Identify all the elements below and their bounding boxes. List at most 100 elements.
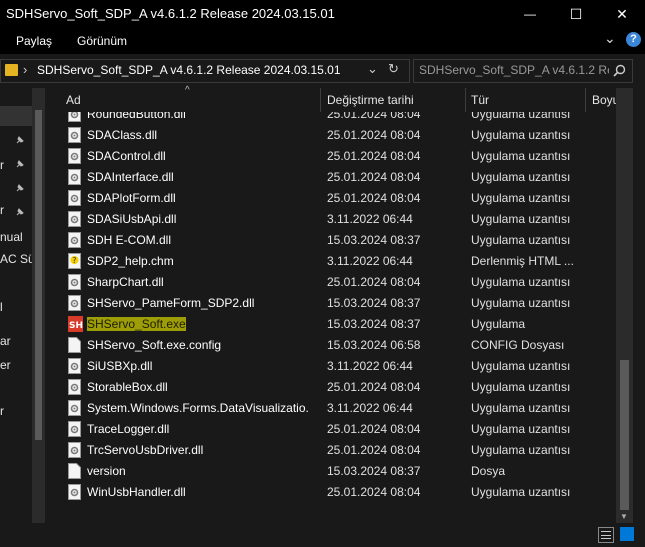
file-name: SharpChart.dll: [87, 275, 164, 289]
file-name: version: [87, 464, 126, 478]
file-date: 15.03.2024 08:37: [327, 464, 421, 478]
tab-share[interactable]: Paylaş: [16, 34, 52, 48]
scroll-down-arrow[interactable]: ▼: [620, 512, 628, 521]
file-name: SDH E-COM.dll: [87, 233, 172, 247]
search-icon[interactable]: [613, 64, 626, 77]
file-type: Uygulama uzantısı: [471, 401, 571, 415]
breadcrumb[interactable]: SDHServo_Soft_SDP_A v4.6.1.2 Release 202…: [37, 63, 341, 77]
file-row[interactable]: SiUSBXp.dll 3.11.2022 06:44 Uygulama uzant…: [46, 356, 616, 377]
file-date: 3.11.2022 06:44: [327, 212, 413, 226]
file-name: SDAClass.dll: [87, 128, 158, 142]
nav-item[interactable]: r: [0, 404, 4, 418]
file-date: 25.01.2024 08:04: [327, 422, 421, 436]
svg-text:SH: SH: [69, 321, 83, 331]
dll-icon: [68, 232, 81, 248]
pin-icon: [16, 160, 24, 168]
minimize-button[interactable]: —: [507, 0, 553, 28]
nav-item[interactable]: l: [0, 300, 3, 314]
help-icon[interactable]: ?: [626, 32, 641, 47]
file-date: 25.01.2024 08:04: [327, 149, 421, 163]
close-button[interactable]: ✕: [599, 0, 645, 28]
file-type: Dosya: [471, 464, 506, 478]
file-row[interactable]: SHServo_Soft.exe.config 15.03.2024 06:58 C…: [46, 335, 616, 356]
column-header-name[interactable]: Ad: [66, 93, 81, 107]
status-bar: [0, 523, 645, 547]
ribbon-expand-icon[interactable]: ⌄: [604, 30, 616, 47]
file-name: TrcServoUsbDriver.dll: [87, 443, 204, 457]
file-date: 25.01.2024 08:04: [327, 112, 421, 121]
dll-icon: [68, 295, 81, 311]
nav-scrollbar-thumb[interactable]: [35, 110, 42, 440]
column-divider[interactable]: [320, 88, 321, 112]
dll-icon: [68, 421, 81, 437]
exe-icon: SH: [68, 316, 83, 332]
nav-selected-item[interactable]: [0, 106, 32, 126]
dll-icon: [68, 127, 81, 143]
file-name: RoundedButton.dll: [87, 112, 186, 121]
file-row[interactable]: StorableBox.dll 25.01.2024 08:04 Uygulama …: [46, 377, 616, 398]
file-row[interactable]: version 15.03.2024 08:37 Dosya: [46, 461, 616, 482]
file-date: 25.01.2024 08:04: [327, 128, 421, 142]
file-type: Uygulama uzantısı: [471, 485, 571, 499]
dll-icon: [68, 112, 81, 122]
file-row[interactable]: TraceLogger.dll 25.01.2024 08:04 Uygulama …: [46, 419, 616, 440]
file-row[interactable]: SHServo_PameForm_SDP2.dll 15.03.2024 08:3…: [46, 293, 616, 314]
nav-item[interactable]: r: [0, 203, 4, 217]
window-title: SDHServo_Soft_SDP_A v4.6.1.2 Release 202…: [6, 6, 335, 21]
file-name: SDAInterface.dll: [87, 170, 174, 184]
file-row[interactable]: SDAClass.dll 25.01.2024 08:04 Uygulama uza…: [46, 125, 616, 146]
file-row[interactable]: SDH E-COM.dll 15.03.2024 08:37 Uygulama uz…: [46, 230, 616, 251]
file-row[interactable]: RoundedButton.dll 25.01.2024 08:04 Uygulam…: [46, 112, 616, 125]
dll-icon: [68, 190, 81, 206]
search-box[interactable]: SDHServo_Soft_SDP_A v4.6.1.2 Rel...: [413, 59, 633, 83]
file-type: Uygulama uzantısı: [471, 380, 571, 394]
nav-item[interactable]: AC Sü: [0, 252, 35, 266]
file-row[interactable]: TrcServoUsbDriver.dll 25.01.2024 08:04 Uyg…: [46, 440, 616, 461]
dll-icon: [68, 274, 81, 290]
column-divider[interactable]: [585, 88, 586, 112]
search-input[interactable]: SDHServo_Soft_SDP_A v4.6.1.2 Rel...: [419, 63, 609, 77]
nav-item[interactable]: ar: [0, 334, 11, 348]
file-row[interactable]: SDAControl.dll 25.01.2024 08:04 Uygulama u…: [46, 146, 616, 167]
vertical-scrollbar-thumb[interactable]: [620, 360, 629, 510]
column-header-type[interactable]: Tür: [471, 93, 489, 107]
file-type: Uygulama uzantısı: [471, 170, 571, 184]
nav-item[interactable]: nual: [0, 230, 23, 244]
file-row[interactable]: SDASiUsbApi.dll 3.11.2022 06:44 Uygulama u…: [46, 209, 616, 230]
dll-icon: [68, 379, 81, 395]
dll-icon: [68, 442, 81, 458]
file-name: SHServo_PameForm_SDP2.dll: [87, 296, 255, 310]
file-date: 15.03.2024 08:37: [327, 317, 421, 331]
maximize-button[interactable]: ☐: [553, 0, 599, 28]
file-row[interactable]: SDAPlotForm.dll 25.01.2024 08:04 Uygulama …: [46, 188, 616, 209]
file-type: CONFIG Dosyası: [471, 338, 565, 352]
file-list: RoundedButton.dll 25.01.2024 08:04 Uygulam…: [46, 112, 616, 522]
tab-view[interactable]: Görünüm: [77, 34, 127, 48]
file-name: SDAControl.dll: [87, 149, 166, 163]
file-row[interactable]: SDAInterface.dll 25.01.2024 08:04 Uygulama…: [46, 167, 616, 188]
file-row[interactable]: ? SDP2_help.chm 3.11.2022 06:44 Derlenmiş H…: [46, 251, 616, 272]
file-row[interactable]: SH SHServo_Soft.exe 15.03.2024 08:37 Uygula…: [46, 314, 616, 335]
file-row[interactable]: WinUsbHandler.dll 25.01.2024 08:04 Uygulam…: [46, 482, 616, 503]
file-row[interactable]: System.Windows.Forms.DataVisualizatio...…: [46, 398, 616, 419]
column-header-date[interactable]: Değiştirme tarihi: [327, 93, 414, 107]
pin-icon: [16, 208, 24, 216]
details-view-icon[interactable]: [598, 527, 614, 543]
large-icons-view-icon[interactable]: [620, 527, 634, 541]
refresh-icon[interactable]: ↻: [388, 61, 399, 77]
address-bar[interactable]: › SDHServo_Soft_SDP_A v4.6.1.2 Release 2…: [0, 59, 410, 83]
file-type: Uygulama uzantısı: [471, 191, 571, 205]
nav-item[interactable]: er: [0, 358, 11, 372]
dll-icon: [68, 211, 81, 227]
sort-up-icon: ^: [185, 85, 190, 96]
address-dropdown-icon[interactable]: ⌄: [367, 61, 378, 77]
folder-icon: [5, 64, 18, 76]
dll-icon: [68, 358, 81, 374]
file-row[interactable]: SharpChart.dll 25.01.2024 08:04 Uygulama u…: [46, 272, 616, 293]
file-type: Uygulama uzantısı: [471, 296, 571, 310]
nav-item[interactable]: r: [0, 158, 4, 172]
dll-icon: [68, 148, 81, 164]
column-divider[interactable]: [465, 88, 466, 112]
file-name: SDP2_help.chm: [87, 254, 174, 268]
file-name: SHServo_Soft.exe: [87, 317, 186, 331]
